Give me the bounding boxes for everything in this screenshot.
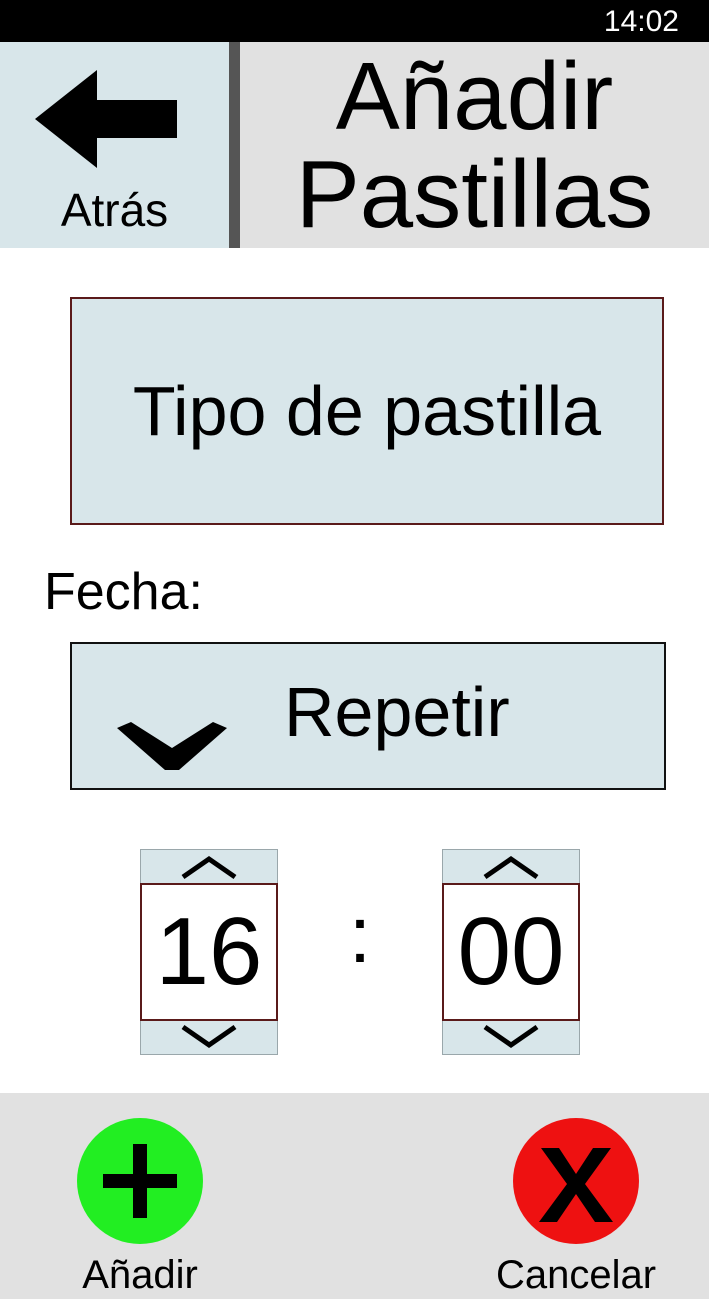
cancel-circle: [513, 1118, 639, 1244]
chevron-down-icon: [117, 722, 227, 770]
chevron-down-icon: [181, 1024, 237, 1049]
minute-down-button[interactable]: [443, 1020, 579, 1054]
chevron-up-icon: [483, 855, 539, 880]
chevron-up-icon: [181, 855, 237, 880]
hour-up-button[interactable]: [141, 850, 277, 884]
bottom-action-bar: Añadir Cancelar: [0, 1093, 709, 1299]
add-circle: [77, 1118, 203, 1244]
status-time: 14:02: [603, 5, 679, 38]
repeat-label: Repetir: [284, 673, 510, 751]
page-title-line1: Añadir: [335, 43, 614, 150]
cancel-button[interactable]: Cancelar: [476, 1093, 676, 1299]
header-divider: [229, 42, 240, 248]
header: Atrás Añadir Pastillas: [0, 42, 709, 248]
back-button[interactable]: Atrás: [0, 42, 229, 248]
add-label: Añadir: [82, 1253, 198, 1297]
status-bar: 14:02: [0, 0, 709, 42]
chevron-down-icon: [483, 1024, 539, 1049]
arrow-left-icon: [35, 70, 177, 168]
page-title-line2: Pastillas: [295, 141, 654, 248]
pill-type-button[interactable]: Tipo de pastilla: [70, 297, 664, 525]
repeat-dropdown[interactable]: Repetir: [70, 642, 666, 790]
minute-value[interactable]: 00: [442, 883, 580, 1021]
add-button[interactable]: Añadir: [40, 1093, 240, 1299]
page-title: Añadir Pastillas: [240, 48, 709, 244]
hour-spinner: 16: [140, 849, 278, 1055]
date-label: Fecha:: [44, 563, 203, 621]
x-icon: [539, 1148, 613, 1222]
plus-icon: [103, 1144, 177, 1218]
minute-spinner: 00: [442, 849, 580, 1055]
minute-up-button[interactable]: [443, 850, 579, 884]
hour-down-button[interactable]: [141, 1020, 277, 1054]
cancel-label: Cancelar: [495, 1253, 657, 1297]
back-label: Atrás: [60, 184, 169, 236]
time-separator: :: [348, 890, 372, 979]
hour-value[interactable]: 16: [140, 883, 278, 1021]
